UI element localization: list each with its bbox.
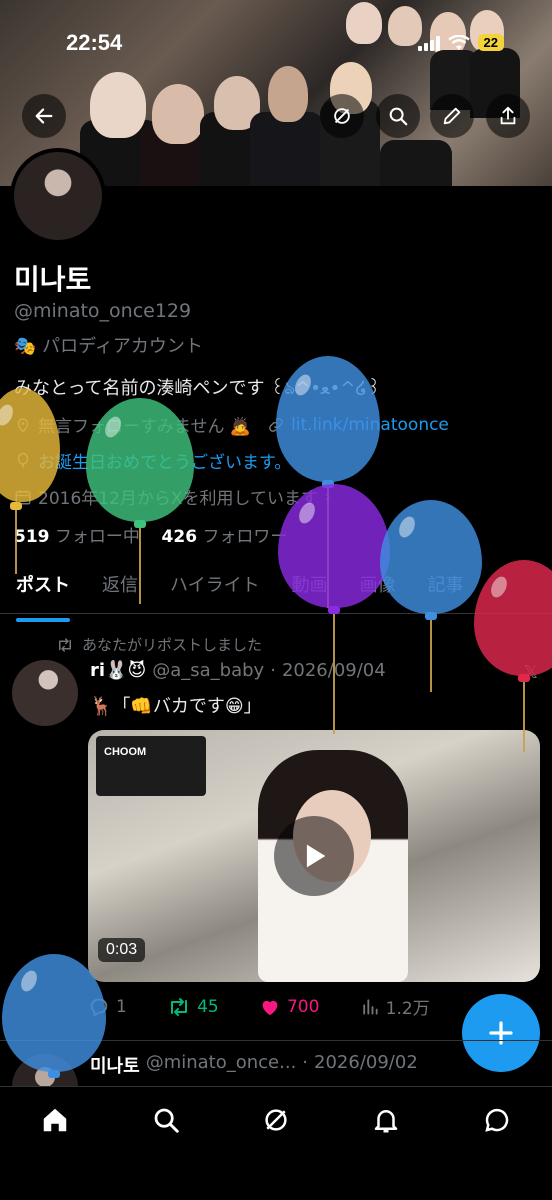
post-author-handle[interactable]: @a_sa_baby [152, 660, 264, 681]
video-poster-text: CHOOM [96, 736, 206, 796]
like-count: 700 [286, 996, 320, 1017]
bottom-navigation [0, 1086, 552, 1200]
heart-icon [262, 1000, 278, 1015]
pencil-icon [443, 107, 461, 125]
post-header: ri🐰😈 @a_sa_baby · 2026/09/04 [90, 660, 386, 681]
battery-indicator: 22 [477, 34, 504, 51]
post-text: 🦌「👊バカです😁」 [90, 696, 262, 717]
following-count[interactable]: 519 [14, 527, 50, 547]
followers-label[interactable]: フォロワー [202, 527, 287, 547]
repost-icon [59, 637, 71, 652]
share-icon [500, 106, 516, 125]
profile-name: 미나토 [14, 263, 92, 296]
signal-icon [417, 35, 440, 51]
post-author-avatar[interactable] [12, 660, 78, 726]
grok-icon [334, 108, 350, 124]
plus-icon [489, 1021, 513, 1045]
post2-author-name[interactable]: 미나토 [90, 1052, 140, 1078]
nav-messages[interactable] [482, 1105, 512, 1139]
home-icon [43, 1108, 67, 1132]
tab-highlights[interactable]: ハイライト [154, 568, 276, 613]
profile-handle: @minato_once129 [14, 300, 192, 322]
status-time: 22:54 [66, 30, 123, 55]
post-video[interactable]: CHOOM 0:03 [88, 730, 540, 982]
video-duration: 0:03 [98, 938, 146, 962]
reply-count: 1 [116, 996, 127, 1017]
views-icon [362, 998, 378, 1015]
like-button[interactable]: 700 [259, 994, 319, 1019]
nav-home[interactable] [40, 1105, 70, 1139]
views-button[interactable]: 1.2万 [360, 994, 430, 1019]
post-author-name[interactable]: ri🐰😈 [90, 660, 146, 681]
post2-author-handle[interactable]: @minato_once... [146, 1052, 297, 1078]
repost-indicator: あなたがリポストしました [56, 634, 262, 655]
nav-search[interactable] [151, 1105, 181, 1139]
repost-count: 45 [197, 996, 219, 1017]
wifi-icon [447, 34, 470, 50]
search-icon [154, 1108, 179, 1133]
share-button[interactable] [486, 94, 530, 138]
grok-button[interactable] [320, 94, 364, 138]
mask-icon: 🎭 [14, 336, 37, 357]
profile-meta-row: 無言フォローすみません 🙇 lit.link/minatoonce [14, 412, 449, 437]
repost-icon [171, 997, 188, 1016]
view-count: 1.2万 [385, 999, 430, 1019]
play-button[interactable] [274, 816, 354, 896]
grok-icon [265, 1109, 287, 1131]
tab-posts[interactable]: ポスト [0, 568, 86, 622]
tab-replies[interactable]: 返信 [86, 568, 154, 613]
post2-date[interactable]: 2026/09/02 [314, 1052, 418, 1078]
notifications-icon [375, 1110, 398, 1133]
back-button[interactable] [22, 94, 66, 138]
search-icon [389, 107, 408, 126]
compose-button[interactable] [462, 994, 540, 1072]
back-arrow-icon [35, 108, 53, 124]
search-button[interactable] [376, 94, 420, 138]
post-dot: · [270, 660, 276, 681]
repost-note: あなたがリポストしました [82, 636, 263, 654]
status-icons: 22 [417, 34, 504, 51]
nav-notifications[interactable] [371, 1105, 401, 1139]
followers-count[interactable]: 426 [162, 527, 198, 547]
play-icon [306, 844, 326, 868]
messages-icon [485, 1108, 508, 1132]
post2-dot: · [302, 1052, 309, 1073]
following-label[interactable]: フォロー中 [55, 527, 140, 547]
post2-header: 미나토 @minato_once... · 2026/09/02 [90, 1052, 418, 1078]
follow-counts: 519 フォロー中 426 フォロワー [14, 522, 287, 547]
nav-grok[interactable] [261, 1105, 291, 1139]
profile-avatar[interactable] [10, 148, 106, 244]
parody-label: 🎭 パロディアカウント [14, 332, 203, 358]
repost-button[interactable]: 45 [167, 994, 219, 1019]
edit-button[interactable] [430, 94, 474, 138]
parody-text: パロディアカウント [42, 336, 203, 357]
